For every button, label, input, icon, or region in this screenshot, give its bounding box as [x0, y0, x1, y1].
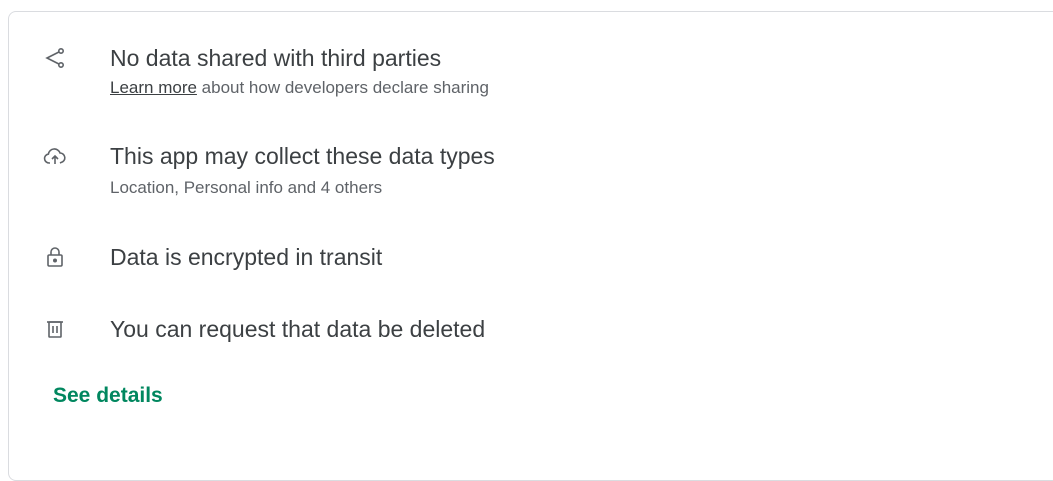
see-details-link[interactable]: See details — [53, 384, 163, 408]
learn-more-description: about how developers declare sharing — [196, 78, 489, 97]
data-sharing-subtitle: Learn more about how developers declare … — [110, 77, 489, 99]
data-collection-title: This app may collect these data types — [110, 143, 495, 169]
cloud-upload-icon — [43, 145, 67, 169]
lock-icon — [43, 245, 67, 269]
share-icon — [43, 46, 67, 70]
deletion-title: You can request that data be deleted — [110, 316, 486, 342]
trash-icon — [43, 317, 67, 341]
learn-more-link[interactable]: Learn more — [110, 78, 197, 97]
encryption-title: Data is encrypted in transit — [110, 244, 383, 270]
data-collection-subtitle: Location, Personal info and 4 others — [110, 178, 383, 197]
data-sharing-title: No data shared with third parties — [110, 45, 442, 71]
